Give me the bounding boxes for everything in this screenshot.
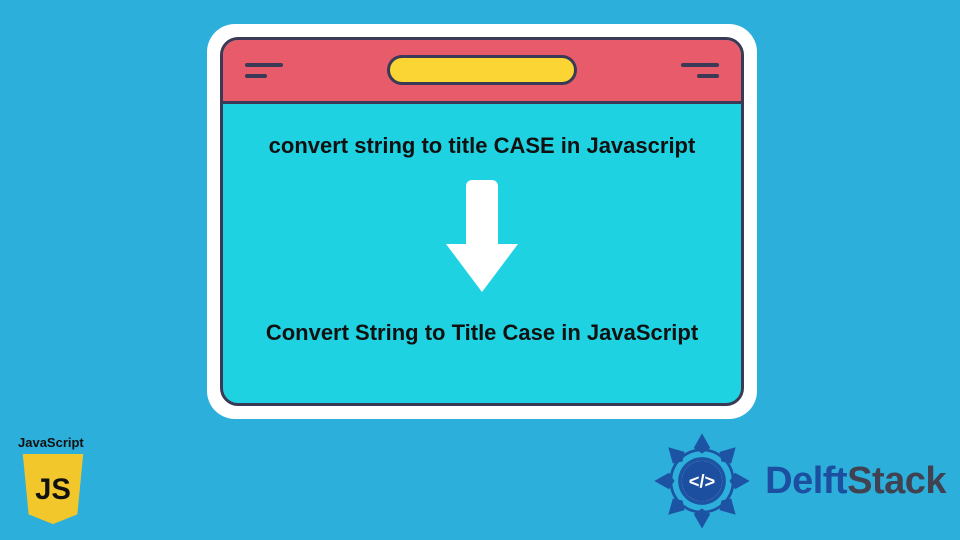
js-glyph: JS <box>35 474 71 506</box>
titlebar-pill-icon <box>387 55 577 85</box>
brand-name-post: Stack <box>847 460 946 502</box>
window-content: convert string to title CASE in Javascri… <box>223 104 741 403</box>
brand-name: DelftStack <box>765 460 946 503</box>
delftstack-brand: </> DelftStack <box>647 426 946 536</box>
code-glyph: </> <box>689 470 716 491</box>
javascript-shield-icon: JS <box>18 452 88 528</box>
window-outer: convert string to title CASE in Javascri… <box>207 24 757 419</box>
delftstack-mandala-icon: </> <box>647 426 757 536</box>
brand-name-pre: Delft <box>765 460 847 502</box>
window-inner: convert string to title CASE in Javascri… <box>220 37 744 406</box>
javascript-logo: JavaScript JS <box>18 435 98 528</box>
window-titlebar <box>223 40 741 104</box>
titlebar-decor-right-icon <box>681 63 719 78</box>
javascript-label: JavaScript <box>18 435 98 450</box>
titlebar-decor-left-icon <box>245 63 283 78</box>
output-string: Convert String to Title Case in JavaScri… <box>266 319 698 348</box>
input-string: convert string to title CASE in Javascri… <box>269 132 696 161</box>
browser-window-illustration: convert string to title CASE in Javascri… <box>207 24 757 419</box>
arrow-down-icon <box>452 175 512 305</box>
